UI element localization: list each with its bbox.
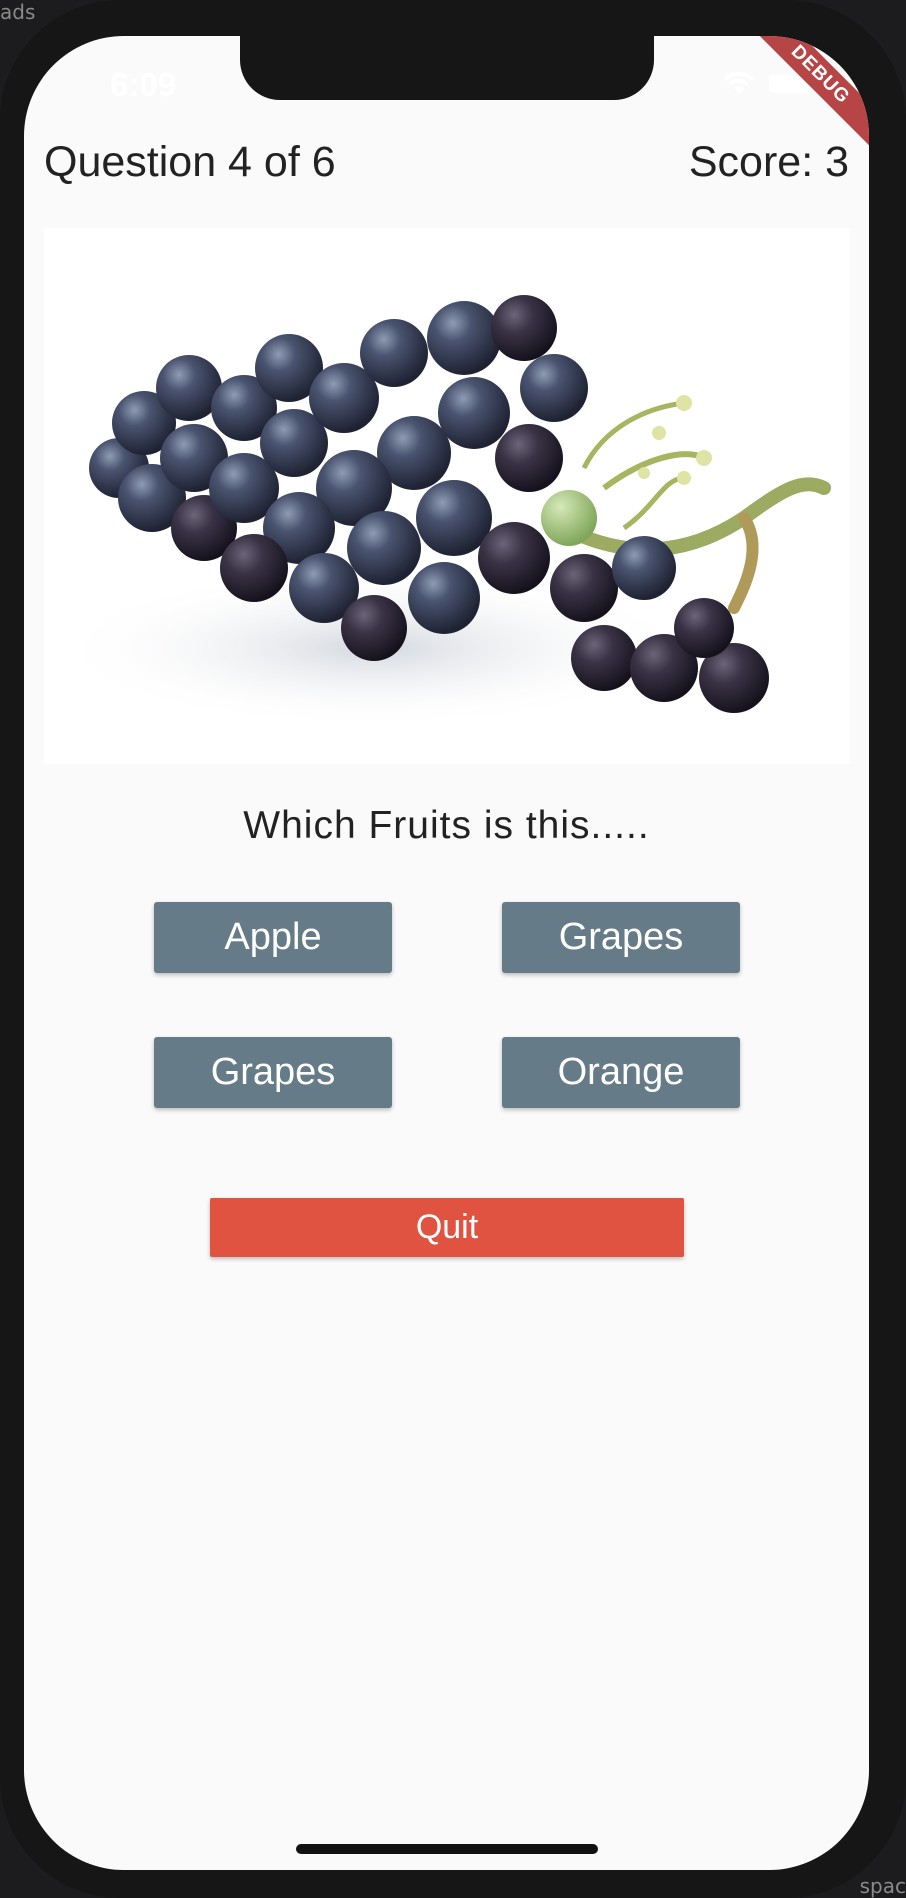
status-icons [723, 72, 809, 96]
desktop-label-top: ads [0, 0, 36, 24]
question-progress: Question 4 of 6 [44, 138, 336, 186]
home-indicator [296, 1844, 598, 1854]
option-button-1[interactable]: Apple [154, 902, 392, 973]
quiz-header: Question 4 of 6 Score: 3 [44, 138, 849, 187]
grapes-photo [44, 228, 850, 764]
phone-frame: 6:09 DEBUG Question 4 of 6 Score: 3 Whic… [0, 0, 906, 1898]
desktop-label-bottom: spac [859, 1874, 906, 1898]
app-screen: 6:09 DEBUG Question 4 of 6 Score: 3 Whic… [24, 36, 869, 1870]
grapes-illustration [54, 295, 831, 728]
status-time: 6:09 [110, 66, 177, 103]
quit-button[interactable]: Quit [210, 1198, 684, 1257]
question-text: Which Fruits is this..... [243, 804, 650, 847]
option-button-2[interactable]: Grapes [502, 902, 740, 973]
notch [240, 36, 654, 100]
option-button-4[interactable]: Orange [502, 1037, 740, 1108]
wifi-icon [724, 72, 754, 94]
option-button-3[interactable]: Grapes [154, 1037, 392, 1108]
score-display: Score: 3 [688, 138, 849, 186]
